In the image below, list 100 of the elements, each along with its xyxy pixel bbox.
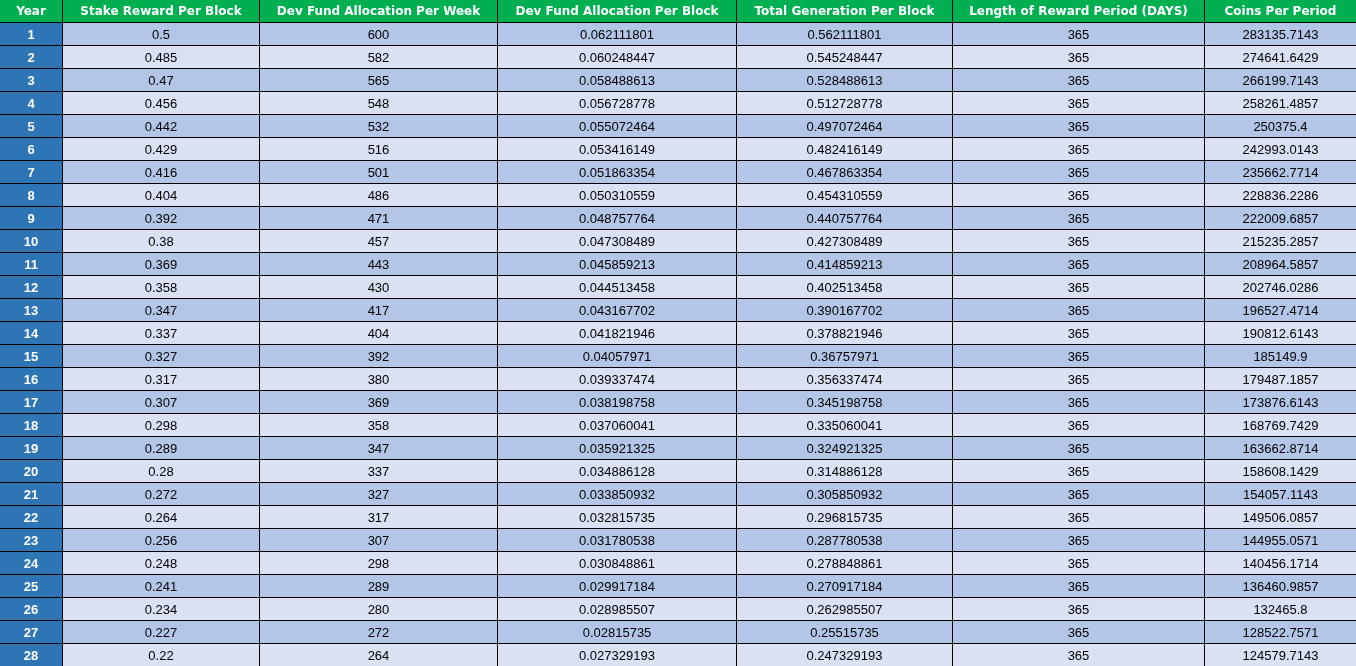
table-cell: 516 bbox=[260, 138, 497, 160]
table-cell: 298 bbox=[260, 552, 497, 574]
column-header: Length of Reward Period (DAYS) bbox=[953, 0, 1204, 22]
table-cell: 430 bbox=[260, 276, 497, 298]
row-header-cell: 27 bbox=[0, 621, 62, 643]
column-header: Dev Fund Allocation Per Week bbox=[260, 0, 497, 22]
table-cell: 307 bbox=[260, 529, 497, 551]
table-cell: 365 bbox=[953, 23, 1204, 45]
table-cell: 163662.8714 bbox=[1205, 437, 1356, 459]
table-cell: 0.47 bbox=[63, 69, 259, 91]
table-cell: 173876.6143 bbox=[1205, 391, 1356, 413]
table-cell: 365 bbox=[953, 506, 1204, 528]
table-cell: 0.045859213 bbox=[498, 253, 736, 275]
table-cell: 0.051863354 bbox=[498, 161, 736, 183]
table-cell: 0.482416149 bbox=[737, 138, 952, 160]
table-cell: 0.270917184 bbox=[737, 575, 952, 597]
table-cell: 0.512728778 bbox=[737, 92, 952, 114]
table-cell: 0.234 bbox=[63, 598, 259, 620]
row-header-cell: 12 bbox=[0, 276, 62, 298]
table-cell: 0.404 bbox=[63, 184, 259, 206]
table-cell: 365 bbox=[953, 276, 1204, 298]
table-cell: 365 bbox=[953, 368, 1204, 390]
table-cell: 190812.6143 bbox=[1205, 322, 1356, 344]
row-header-cell: 22 bbox=[0, 506, 62, 528]
row-header-cell: 15 bbox=[0, 345, 62, 367]
table-cell: 0.442 bbox=[63, 115, 259, 137]
table-cell: 272 bbox=[260, 621, 497, 643]
table-cell: 0.22 bbox=[63, 644, 259, 666]
table-cell: 380 bbox=[260, 368, 497, 390]
table-cell: 365 bbox=[953, 345, 1204, 367]
table-cell: 136460.9857 bbox=[1205, 575, 1356, 597]
table-cell: 0.047308489 bbox=[498, 230, 736, 252]
row-header-cell: 24 bbox=[0, 552, 62, 574]
row-header-cell: 1 bbox=[0, 23, 62, 45]
row-header-cell: 26 bbox=[0, 598, 62, 620]
table-cell: 317 bbox=[260, 506, 497, 528]
table-cell: 228836.2286 bbox=[1205, 184, 1356, 206]
table-cell: 0.324921325 bbox=[737, 437, 952, 459]
table-cell: 365 bbox=[953, 575, 1204, 597]
table-cell: 0.5 bbox=[63, 23, 259, 45]
row-header-cell: 11 bbox=[0, 253, 62, 275]
table-cell: 0.456 bbox=[63, 92, 259, 114]
table-cell: 124579.7143 bbox=[1205, 644, 1356, 666]
table-cell: 132465.8 bbox=[1205, 598, 1356, 620]
table-cell: 0.038198758 bbox=[498, 391, 736, 413]
table-cell: 486 bbox=[260, 184, 497, 206]
table-cell: 0.335060041 bbox=[737, 414, 952, 436]
table-cell: 0.264 bbox=[63, 506, 259, 528]
table-cell: 0.062111801 bbox=[498, 23, 736, 45]
table-cell: 0.317 bbox=[63, 368, 259, 390]
column-header: Total Generation Per Block bbox=[737, 0, 952, 22]
table-cell: 365 bbox=[953, 46, 1204, 68]
table-cell: 0.427308489 bbox=[737, 230, 952, 252]
table-cell: 0.416 bbox=[63, 161, 259, 183]
table-cell: 0.039337474 bbox=[498, 368, 736, 390]
table-cell: 0.305850932 bbox=[737, 483, 952, 505]
row-header-cell: 16 bbox=[0, 368, 62, 390]
table-cell: 0.287780538 bbox=[737, 529, 952, 551]
table-cell: 0.227 bbox=[63, 621, 259, 643]
table-cell: 0.043167702 bbox=[498, 299, 736, 321]
table-cell: 365 bbox=[953, 161, 1204, 183]
table-cell: 266199.7143 bbox=[1205, 69, 1356, 91]
table-cell: 0.053416149 bbox=[498, 138, 736, 160]
table-cell: 0.414859213 bbox=[737, 253, 952, 275]
row-header-cell: 20 bbox=[0, 460, 62, 482]
table-cell: 0.454310559 bbox=[737, 184, 952, 206]
table-cell: 365 bbox=[953, 483, 1204, 505]
table-cell: 196527.4714 bbox=[1205, 299, 1356, 321]
row-header-cell: 8 bbox=[0, 184, 62, 206]
table-cell: 365 bbox=[953, 391, 1204, 413]
table-cell: 457 bbox=[260, 230, 497, 252]
table-cell: 365 bbox=[953, 69, 1204, 91]
table-cell: 0.25515735 bbox=[737, 621, 952, 643]
table-cell: 0.056728778 bbox=[498, 92, 736, 114]
row-header-cell: 18 bbox=[0, 414, 62, 436]
table-cell: 179487.1857 bbox=[1205, 368, 1356, 390]
table-cell: 0.307 bbox=[63, 391, 259, 413]
table-cell: 369 bbox=[260, 391, 497, 413]
table-cell: 365 bbox=[953, 322, 1204, 344]
table-cell: 0.029917184 bbox=[498, 575, 736, 597]
table-cell: 0.356337474 bbox=[737, 368, 952, 390]
row-header-cell: 17 bbox=[0, 391, 62, 413]
table-cell: 600 bbox=[260, 23, 497, 45]
table-cell: 202746.0286 bbox=[1205, 276, 1356, 298]
table-cell: 404 bbox=[260, 322, 497, 344]
table-cell: 0.36757971 bbox=[737, 345, 952, 367]
row-header-cell: 4 bbox=[0, 92, 62, 114]
row-header-cell: 2 bbox=[0, 46, 62, 68]
table-cell: 274641.6429 bbox=[1205, 46, 1356, 68]
table-cell: 365 bbox=[953, 184, 1204, 206]
row-header-cell: 21 bbox=[0, 483, 62, 505]
table-cell: 168769.7429 bbox=[1205, 414, 1356, 436]
table-cell: 0.060248447 bbox=[498, 46, 736, 68]
table-cell: 128522.7571 bbox=[1205, 621, 1356, 643]
table-cell: 0.037060041 bbox=[498, 414, 736, 436]
table-cell: 365 bbox=[953, 529, 1204, 551]
table-cell: 532 bbox=[260, 115, 497, 137]
row-header-cell: 5 bbox=[0, 115, 62, 137]
table-cell: 140456.1714 bbox=[1205, 552, 1356, 574]
table-cell: 417 bbox=[260, 299, 497, 321]
